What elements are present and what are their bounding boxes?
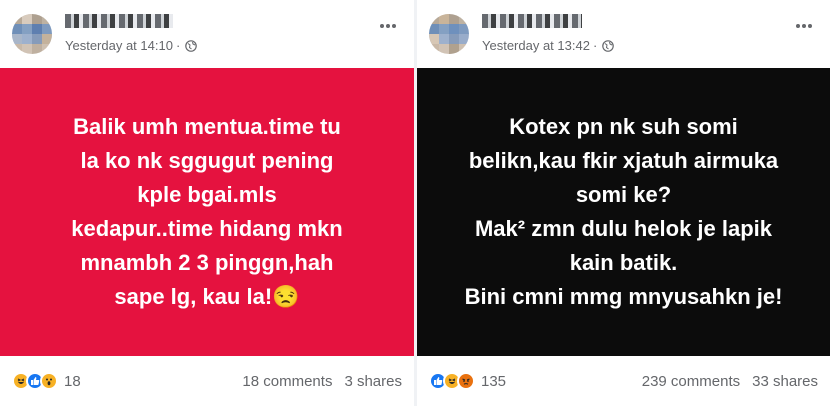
- more-options-button[interactable]: [378, 16, 398, 36]
- reactions-summary[interactable]: 135: [429, 372, 506, 390]
- post-text: Balik umh mentua.time tu la ko nk sggugu…: [71, 114, 343, 309]
- reactions-summary[interactable]: 18: [12, 372, 81, 390]
- post-meta: Yesterday at 14:10 ·: [65, 38, 198, 53]
- post-footer: 18 18 comments 3 shares: [0, 356, 414, 406]
- post-text: Kotex pn nk suh somi belikn,kau fkir xja…: [464, 114, 783, 309]
- post-timestamp[interactable]: Yesterday at 14:10: [65, 38, 173, 53]
- author-name-redacted[interactable]: [65, 14, 173, 28]
- post-header: Yesterday at 14:10 ·: [0, 0, 414, 68]
- post-card: Yesterday at 13:42 · Kotex pn nk suh som…: [417, 0, 830, 406]
- comments-count-link[interactable]: 18 comments: [242, 373, 332, 390]
- ellipsis-icon: [796, 24, 812, 28]
- post-timestamp[interactable]: Yesterday at 13:42: [482, 38, 590, 53]
- post-card: Yesterday at 14:10 · Balik umh mentua.ti…: [0, 0, 414, 406]
- wow-reaction-icon: [40, 372, 58, 390]
- shares-count-link[interactable]: 33 shares: [752, 373, 818, 390]
- avatar[interactable]: [12, 14, 52, 54]
- globe-icon: [185, 39, 198, 52]
- post-stats: 239 comments 33 shares: [642, 373, 818, 390]
- avatar[interactable]: [429, 14, 469, 54]
- shares-count-link[interactable]: 3 shares: [344, 373, 402, 390]
- post-meta: Yesterday at 13:42 ·: [482, 38, 615, 53]
- more-options-button[interactable]: [794, 16, 814, 36]
- globe-icon: [602, 39, 615, 52]
- comments-count-link[interactable]: 239 comments: [642, 373, 740, 390]
- reaction-count: 135: [481, 372, 507, 390]
- angry-reaction-icon: [457, 372, 475, 390]
- post-stats: 18 comments 3 shares: [242, 373, 402, 390]
- post-text-background: Kotex pn nk suh somi belikn,kau fkir xja…: [417, 68, 830, 356]
- post-header: Yesterday at 13:42 ·: [417, 0, 830, 68]
- author-name-redacted[interactable]: [482, 14, 582, 28]
- post-text-background: Balik umh mentua.time tu la ko nk sggugu…: [0, 68, 414, 356]
- post-footer: 135 239 comments 33 shares: [417, 356, 830, 406]
- ellipsis-icon: [380, 24, 396, 28]
- reaction-count: 18: [64, 372, 81, 390]
